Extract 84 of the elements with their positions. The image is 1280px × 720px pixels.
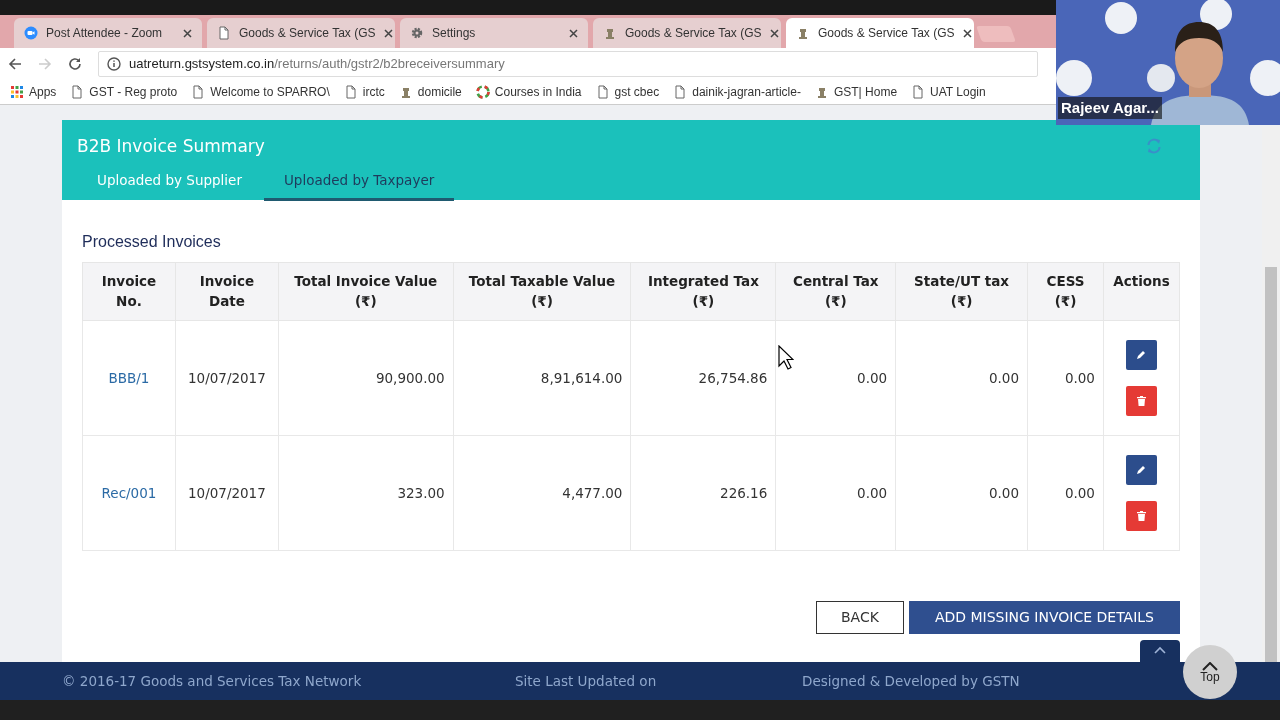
colorful-ring-icon <box>475 85 490 99</box>
reload-icon[interactable] <box>68 57 82 71</box>
copyright-text: © 2016-17 Goods and Services Tax Network <box>62 671 363 691</box>
panel-tab[interactable]: Uploaded by Taxpayer <box>263 163 455 201</box>
page-icon <box>673 85 688 99</box>
page-icon <box>595 85 610 99</box>
bookmark-item[interactable]: GST| Home <box>814 83 898 101</box>
bookmark-item[interactable]: gst cbec <box>595 83 660 101</box>
page-icon <box>70 85 85 99</box>
last-updated-text: Site Last Updated on <box>515 671 658 691</box>
column-header: CESS (₹) <box>1027 262 1104 321</box>
panel-title: B2B Invoice Summary <box>77 135 265 158</box>
close-icon[interactable] <box>769 28 779 38</box>
page-icon <box>217 26 231 40</box>
column-header: Actions <box>1103 262 1180 321</box>
bookmark-item[interactable]: UAT Login <box>911 83 986 101</box>
caret-icon <box>1154 646 1166 654</box>
column-header: State/UT tax (₹) <box>895 262 1028 321</box>
table-cell: 8,91,614.00 <box>540 369 623 386</box>
table-cell: 90,900.00 <box>375 369 445 386</box>
caret-icon <box>1202 661 1218 671</box>
browser-tab[interactable]: Goods & Service Tax (GS <box>207 18 395 48</box>
camera-icon <box>24 26 38 40</box>
column-header: Central Tax (₹) <box>775 262 896 321</box>
pencil-icon <box>1136 350 1147 360</box>
browser-tab[interactable]: Goods & Service Tax (GS <box>593 18 781 48</box>
pencil-icon <box>1136 465 1147 475</box>
browser-tab[interactable]: Post Attendee - Zoom <box>14 18 202 48</box>
trash-icon <box>1136 511 1146 521</box>
column-header: Invoice No. <box>82 262 176 321</box>
page-icon <box>911 85 926 99</box>
page-icon <box>191 85 206 99</box>
close-icon[interactable] <box>383 28 393 38</box>
invoice-link[interactable]: BBB/1 <box>108 369 150 386</box>
table-cell: 0.00 <box>988 369 1020 386</box>
edit-button[interactable] <box>1125 340 1157 370</box>
browser-tab[interactable]: Settings <box>400 18 588 48</box>
delete-button[interactable] <box>1125 386 1157 416</box>
credit-text: Designed & Developed by GSTN <box>802 671 1020 691</box>
bookmark-item[interactable]: Courses in India <box>475 83 582 101</box>
delete-button[interactable] <box>1125 501 1157 531</box>
column-header: Invoice Date <box>175 262 279 321</box>
bookmark-item[interactable]: irctc <box>343 83 385 101</box>
mouse-cursor-icon <box>778 345 794 371</box>
table-cell: 10/07/2017 <box>188 369 266 386</box>
participant-name: Rajeev Agar... <box>1058 96 1162 119</box>
page-icon <box>343 85 358 99</box>
bookmark-item[interactable]: Welcome to SPARRO\ <box>191 83 330 101</box>
table-cell: 323.00 <box>397 484 445 501</box>
edit-button[interactable] <box>1125 455 1157 485</box>
trash-icon <box>1136 396 1146 406</box>
info-icon <box>107 57 121 71</box>
table-cell: 10/07/2017 <box>188 484 266 501</box>
close-icon[interactable] <box>569 28 578 38</box>
back-arrow-icon[interactable] <box>8 57 22 71</box>
close-icon[interactable] <box>962 28 972 38</box>
table-cell: 4,477.00 <box>562 484 623 501</box>
emblem-icon <box>796 26 810 40</box>
settings-icon <box>410 26 424 40</box>
bookmark-item[interactable]: GST - Reg proto <box>70 83 178 101</box>
url-text: uatreturn.gstsystem.co.in/returns/auth/gstr2/b2breceiversummary <box>129 55 505 74</box>
column-header: Integrated Tax (₹) <box>630 262 776 321</box>
bookmark-item[interactable]: dainik-jagran-article- <box>673 83 801 101</box>
scroll-tab[interactable] <box>1140 640 1180 662</box>
bookmark-item[interactable]: domicile <box>398 83 462 101</box>
invoice-link[interactable]: Rec/001 <box>101 484 157 501</box>
table-cell: 0.00 <box>857 484 888 501</box>
table-cell: 0.00 <box>857 369 888 386</box>
add-invoice-button[interactable]: ADD MISSING INVOICE DETAILS <box>908 601 1180 634</box>
section-title: Processed Invoices <box>82 232 222 252</box>
browser-tab[interactable]: Goods & Service Tax (GS <box>786 18 974 48</box>
column-header: Total Invoice Value (₹) <box>278 262 454 321</box>
bookmark-item[interactable]: Apps <box>10 83 57 101</box>
back-button[interactable]: BACK <box>816 601 904 634</box>
table-cell: 26,754.86 <box>698 369 768 386</box>
address-bar[interactable]: uatreturn.gstsystem.co.in/returns/auth/gstr2/b2breceiversummary <box>98 51 1038 77</box>
table-cell: 0.00 <box>988 484 1020 501</box>
table-cell: 0.00 <box>1064 369 1095 386</box>
table-cell: 0.00 <box>1064 484 1095 501</box>
emblem-icon <box>603 26 617 40</box>
column-header: Total Taxable Value (₹) <box>453 262 631 321</box>
apps-grid-icon <box>10 85 24 99</box>
table-cell: 226.16 <box>720 484 768 501</box>
close-icon[interactable] <box>183 28 192 38</box>
